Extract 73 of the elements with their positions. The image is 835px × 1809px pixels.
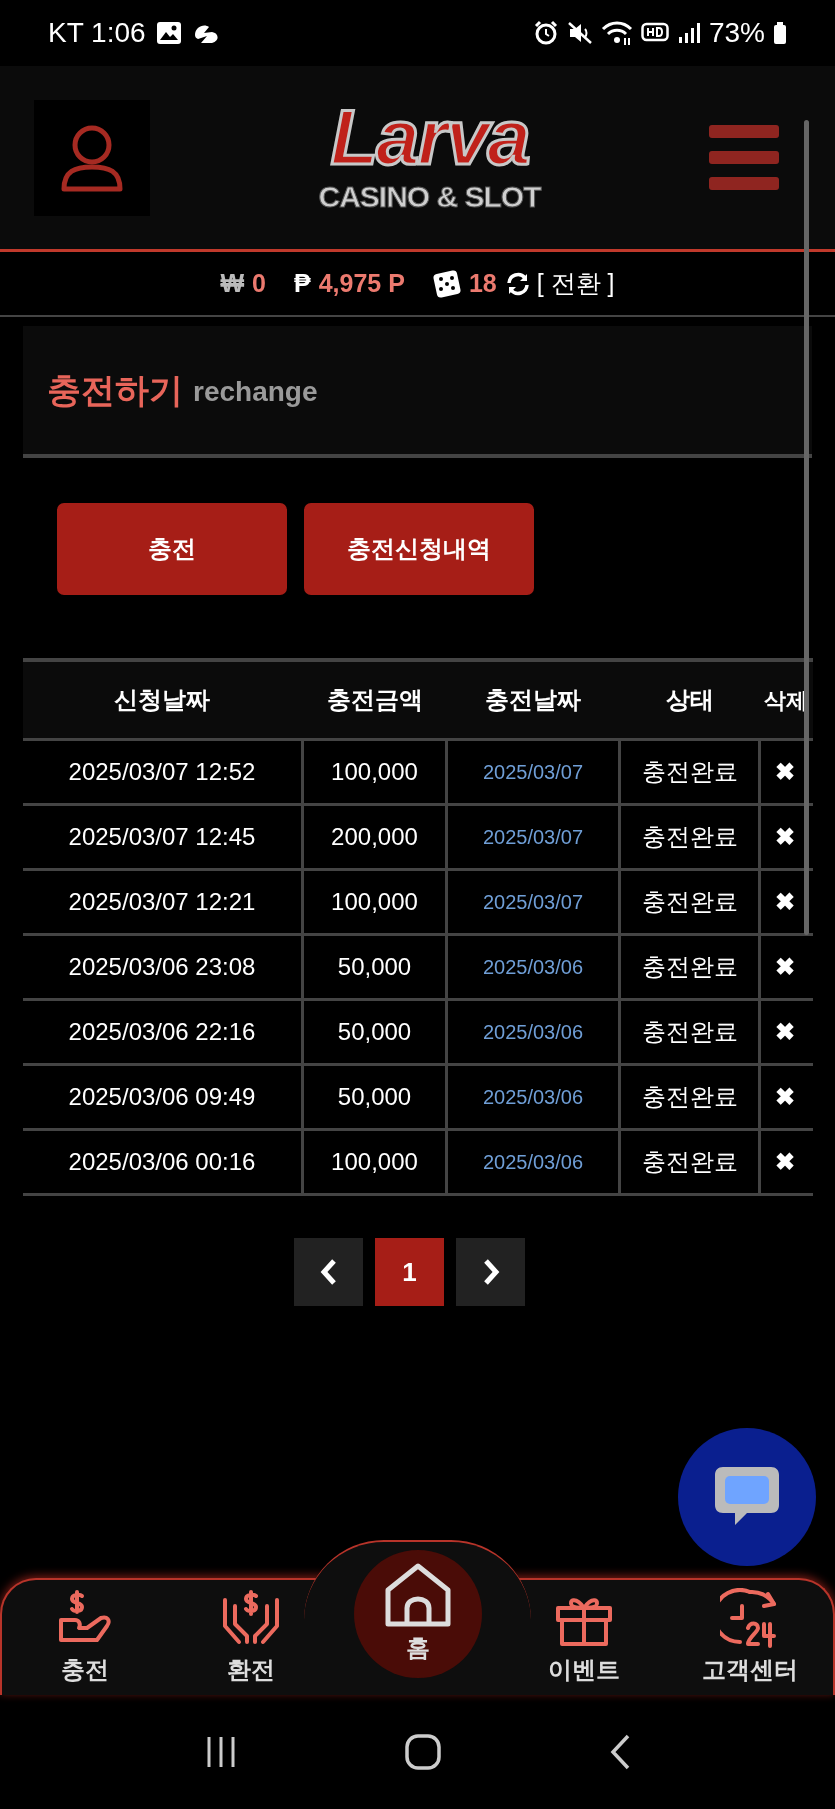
table-cell: 충전완료 <box>621 1001 758 1063</box>
column-header: 충전날짜 <box>484 685 582 715</box>
dice-icon <box>432 269 461 298</box>
point-balance: 4,975 P <box>318 267 405 299</box>
chevron-left-icon <box>318 1258 339 1286</box>
battery-percent: 73% <box>708 16 765 50</box>
table-cell: 충전완료 <box>621 806 758 868</box>
section-title: 충전하기 <box>47 369 183 411</box>
switch-button[interactable]: [ 전환 ] <box>504 264 615 303</box>
table-cell: 충전완료 <box>621 1066 758 1128</box>
table-cell: 50,000 <box>304 1066 445 1128</box>
table-cell: 충전완료 <box>621 936 758 998</box>
nav-item[interactable]: 충전 <box>2 1580 168 1695</box>
home-nav-button[interactable] <box>404 1733 443 1771</box>
nav-item[interactable]: 고객센터 <box>667 1580 833 1695</box>
table-cell: 100,000 <box>304 871 445 933</box>
nav-item[interactable]: 이벤트 <box>501 1580 667 1695</box>
delete-button[interactable]: ✖ <box>775 1020 795 1044</box>
table-cell: 2025/03/06 <box>448 1066 618 1128</box>
mute-icon <box>566 20 593 46</box>
table-cell: 100,000 <box>304 741 445 803</box>
logo[interactable]: Larva CASINO & SLOT <box>318 93 541 214</box>
status-time: KT 1:06 <box>48 16 146 50</box>
home-button[interactable]: 홈 <box>354 1550 482 1678</box>
table-cell: 2025/03/07 12:45 <box>23 806 301 868</box>
point-symbol: ₱ <box>294 267 311 299</box>
image-icon <box>155 21 182 45</box>
table-cell: 2025/03/06 23:08 <box>23 936 301 998</box>
table-cell: 2025/03/06 09:49 <box>23 1066 301 1128</box>
delete-button[interactable]: ✖ <box>775 955 795 979</box>
table-cell: 100,000 <box>304 1131 445 1193</box>
table-cell: 충전완료 <box>621 871 758 933</box>
table-cell: 2025/03/06 22:16 <box>23 1001 301 1063</box>
table-cell: 충전완료 <box>621 1131 758 1193</box>
table-cell: 2025/03/07 <box>448 806 618 868</box>
table-cell: 2025/03/06 <box>448 1001 618 1063</box>
delete-button[interactable]: ✖ <box>775 890 795 914</box>
tab-button[interactable]: 충전 <box>57 503 287 595</box>
delete-button[interactable]: ✖ <box>775 825 795 849</box>
nav-item[interactable]: 환전 <box>168 1580 334 1695</box>
alarm-icon <box>532 20 559 46</box>
table-cell: 2025/03/06 <box>448 1131 618 1193</box>
table-cell: 2025/03/06 00:16 <box>23 1131 301 1193</box>
table-cell: 50,000 <box>304 1001 445 1063</box>
tab-button[interactable]: 충전신청내역 <box>304 503 534 595</box>
home-icon <box>383 1562 453 1628</box>
profile-button[interactable] <box>34 99 150 216</box>
table-cell: 2025/03/07 <box>448 871 618 933</box>
page-button[interactable]: 1 <box>375 1238 444 1306</box>
delete-button[interactable]: ✖ <box>775 1150 795 1174</box>
dice-count: 18 <box>468 267 497 299</box>
signal-icon <box>676 21 701 45</box>
column-header: 충전금액 <box>325 685 424 715</box>
table-cell: 2025/03/07 12:52 <box>23 741 301 803</box>
refresh-icon <box>504 270 531 297</box>
previous-page-button[interactable] <box>294 1238 363 1306</box>
table-cell: 50,000 <box>304 936 445 998</box>
table-cell: 충전완료 <box>621 741 758 803</box>
cash-balance: 0 <box>252 267 266 299</box>
next-page-button[interactable] <box>456 1238 525 1306</box>
won-symbol: ₩ <box>220 267 245 299</box>
column-header: 신청날짜 <box>113 685 211 715</box>
table-cell: 2025/03/07 <box>448 741 618 803</box>
column-header: 상태 <box>664 685 715 715</box>
delete-button[interactable]: ✖ <box>775 760 795 784</box>
delete-button[interactable]: ✖ <box>775 1085 795 1109</box>
table-cell: 200,000 <box>304 806 445 868</box>
table-cell: 2025/03/07 12:21 <box>23 871 301 933</box>
table-cell: 2025/03/06 <box>448 936 618 998</box>
battery-icon <box>773 21 787 45</box>
scrollbar[interactable] <box>804 120 809 935</box>
section-subtitle: rechange <box>193 375 318 409</box>
wifi-icon <box>600 20 633 46</box>
